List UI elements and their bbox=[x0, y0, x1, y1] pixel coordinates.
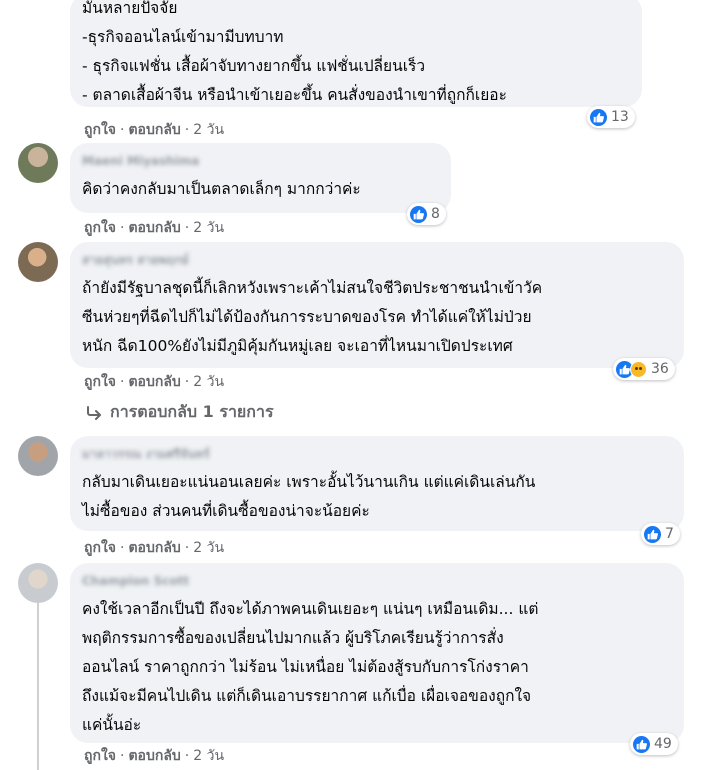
timestamp[interactable]: 2 วัน bbox=[193, 748, 224, 764]
reaction-count: 7 bbox=[665, 526, 674, 542]
like-button[interactable]: ถูกใจ bbox=[84, 122, 116, 138]
comment-author[interactable]: Maeni Miyashima bbox=[82, 153, 437, 169]
reply-button[interactable]: ตอบกลับ bbox=[128, 122, 180, 138]
reaction-summary[interactable]: 13 bbox=[587, 106, 635, 128]
reply-button[interactable]: ตอบกลับ bbox=[128, 540, 180, 556]
reply-arrow-icon bbox=[87, 405, 101, 420]
sad-icon bbox=[630, 360, 647, 378]
comment-text: คิดว่าคงกลับมาเป็นตลาดเล็กๆ มากกว่าค่ะ bbox=[82, 180, 361, 198]
like-icon bbox=[633, 735, 650, 753]
reaction-count: 49 bbox=[654, 736, 672, 752]
comment-author[interactable]: สายสุนทร สายพฤกษ์ bbox=[82, 252, 670, 268]
comment-author[interactable]: Champion Scott bbox=[82, 573, 670, 589]
comment-actions: ถูกใจ · ตอบกลับ · 2 วัน bbox=[84, 748, 225, 764]
comment-text: คงใช้เวลาอีกเป็นปี ถึงจะได้ภาพคนเดินเยอะ… bbox=[82, 600, 539, 734]
comment-actions: ถูกใจ · ตอบกลับ · 2 วัน bbox=[84, 122, 225, 138]
comment-author[interactable]: มาลาวรรณ งามศรีจันทร์ bbox=[82, 446, 670, 462]
reply-button[interactable]: ตอบกลับ bbox=[128, 374, 180, 390]
comment-bubble: มาลาวรรณ งามศรีจันทร์ กลับมาเดินเยอะแน่น… bbox=[70, 436, 684, 531]
view-replies-link[interactable]: การตอบกลับ 1 รายการ bbox=[86, 400, 274, 425]
like-icon bbox=[410, 205, 427, 223]
thread-line bbox=[37, 598, 39, 770]
avatar[interactable] bbox=[18, 242, 58, 282]
comment-actions: ถูกใจ · ตอบกลับ · 2 วัน bbox=[84, 374, 225, 390]
reply-button[interactable]: ตอบกลับ bbox=[128, 220, 180, 236]
comment-text: มันหลายปัจจัย -ธุรกิจออนไลน์เข้ามามีบทบา… bbox=[82, 0, 507, 104]
comment-bubble: Maeni Miyashima คิดว่าคงกลับมาเป็นตลาดเล… bbox=[70, 143, 451, 213]
comment-text: ถ้ายังมีรัฐบาลชุดนี้ก็เลิกหวังเพราะเค้าไ… bbox=[82, 279, 543, 355]
avatar[interactable] bbox=[18, 143, 58, 183]
comment-bubble: Champion Scott คงใช้เวลาอีกเป็นปี ถึงจะไ… bbox=[70, 563, 684, 743]
reaction-count: 8 bbox=[431, 206, 440, 222]
avatar[interactable] bbox=[18, 436, 58, 476]
reaction-summary[interactable]: 8 bbox=[407, 203, 446, 225]
reaction-summary[interactable]: 7 bbox=[641, 523, 680, 545]
reaction-count: 13 bbox=[611, 109, 629, 125]
reaction-summary[interactable]: 36 bbox=[613, 358, 675, 380]
comment-actions: ถูกใจ · ตอบกลับ · 2 วัน bbox=[84, 220, 225, 236]
timestamp[interactable]: 2 วัน bbox=[193, 374, 224, 390]
like-button[interactable]: ถูกใจ bbox=[84, 540, 116, 556]
timestamp[interactable]: 2 วัน bbox=[193, 122, 224, 138]
reply-button[interactable]: ตอบกลับ bbox=[128, 748, 180, 764]
view-replies-label: การตอบกลับ 1 รายการ bbox=[110, 402, 274, 421]
comment-bubble: สายสุนทร สายพฤกษ์ ถ้ายังมีรัฐบาลชุดนี้ก็… bbox=[70, 242, 684, 368]
comment-text: กลับมาเดินเยอะแน่นอนเลยค่ะ เพราะอั้นไว้น… bbox=[82, 473, 536, 520]
comment-actions: ถูกใจ · ตอบกลับ · 2 วัน bbox=[84, 540, 225, 556]
like-icon bbox=[644, 525, 661, 543]
comment-bubble: มันหลายปัจจัย -ธุรกิจออนไลน์เข้ามามีบทบา… bbox=[70, 0, 642, 107]
reaction-count: 36 bbox=[651, 361, 669, 377]
timestamp[interactable]: 2 วัน bbox=[193, 220, 224, 236]
like-icon bbox=[590, 108, 607, 126]
reaction-summary[interactable]: 49 bbox=[630, 733, 678, 755]
like-button[interactable]: ถูกใจ bbox=[84, 748, 116, 764]
timestamp[interactable]: 2 วัน bbox=[193, 540, 224, 556]
avatar[interactable] bbox=[18, 563, 58, 603]
like-button[interactable]: ถูกใจ bbox=[84, 374, 116, 390]
like-button[interactable]: ถูกใจ bbox=[84, 220, 116, 236]
